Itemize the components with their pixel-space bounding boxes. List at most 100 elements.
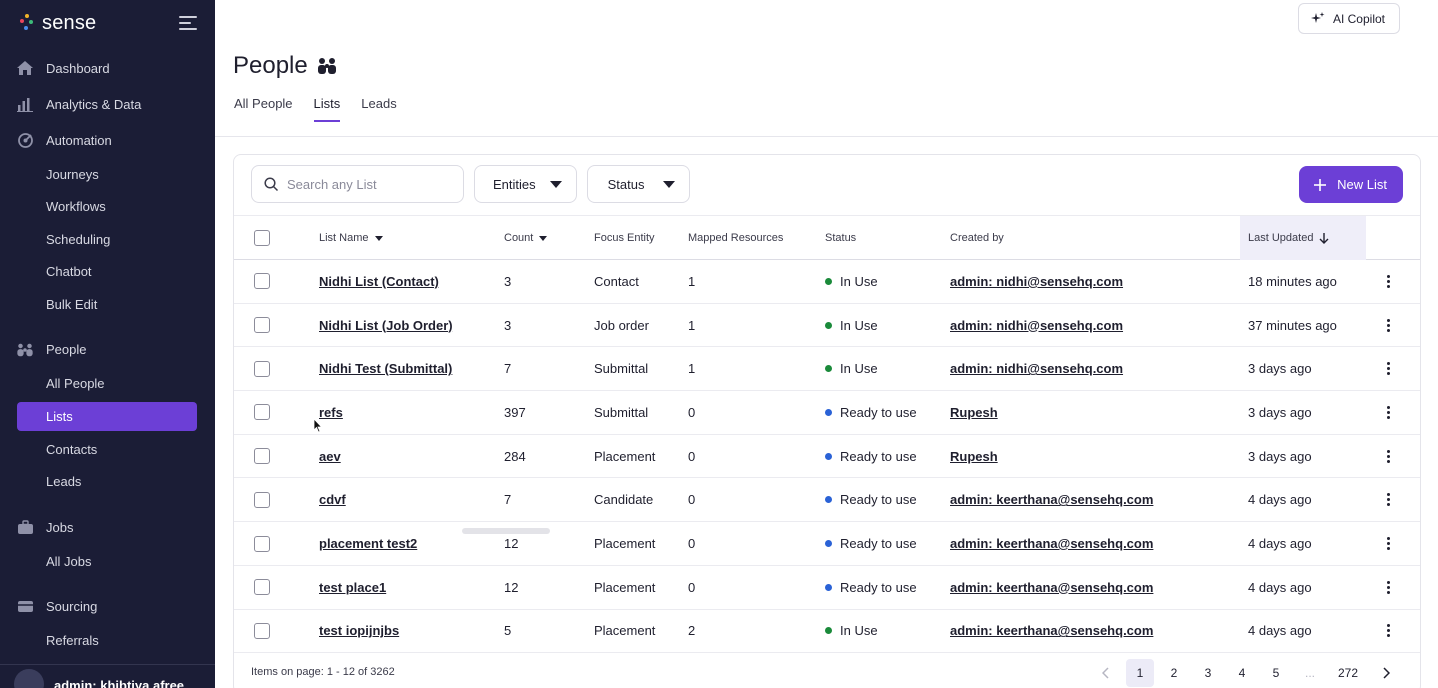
page-button-5[interactable]: 5 <box>1262 659 1290 687</box>
page-button-4[interactable]: 4 <box>1228 659 1256 687</box>
table-row[interactable]: cdvf 7 Candidate 0 Ready to use admin: keerth… <box>234 479 1420 523</box>
tab-leads[interactable]: Leads <box>361 96 396 122</box>
row-checkbox[interactable] <box>254 360 270 377</box>
cell-created-by[interactable]: admin: keerthana@sensehq.com <box>950 610 1153 653</box>
sidebar-item-jobs[interactable]: Jobs <box>0 509 215 545</box>
cell-created-by[interactable]: admin: keerthana@sensehq.com <box>950 566 1153 609</box>
page-button-1[interactable]: 1 <box>1126 659 1154 687</box>
cell-name[interactable]: aev <box>319 435 341 478</box>
cell-created-by[interactable]: Rupesh <box>950 391 998 434</box>
created-by-text[interactable]: admin: keerthana@sensehq.com <box>950 536 1153 551</box>
row-checkbox[interactable] <box>254 317 270 334</box>
more-options-icon[interactable] <box>1386 362 1390 376</box>
sidebar-item-chatbot[interactable]: Chatbot <box>0 256 215 289</box>
cell-created-by[interactable]: admin: nidhi@sensehq.com <box>950 347 1123 390</box>
cell-name[interactable]: test place1 <box>319 566 386 609</box>
name-text[interactable]: Nidhi List (Contact) <box>319 274 439 289</box>
sidebar-item-journeys[interactable]: Journeys <box>0 158 215 191</box>
more-options-icon[interactable] <box>1386 405 1390 419</box>
column-created-by[interactable]: Created by <box>950 216 1004 260</box>
page-button-2[interactable]: 2 <box>1160 659 1188 687</box>
sidebar-item-leads[interactable]: Leads <box>0 466 215 499</box>
sidebar-item-all-jobs[interactable]: All Jobs <box>0 545 215 578</box>
prev-page-button[interactable] <box>1092 659 1120 687</box>
select-all-checkbox[interactable] <box>254 230 270 246</box>
row-checkbox[interactable] <box>254 579 270 596</box>
more-options-icon[interactable] <box>1386 274 1390 288</box>
row-checkbox[interactable] <box>254 404 270 421</box>
more-options-icon[interactable] <box>1386 449 1390 463</box>
created-by-text[interactable]: admin: keerthana@sensehq.com <box>950 623 1153 638</box>
name-text[interactable]: Nidhi Test (Submittal) <box>319 361 452 376</box>
table-row[interactable]: Nidhi List (Job Order) 3 Job order 1 In Use a… <box>234 304 1420 348</box>
row-checkbox[interactable] <box>254 491 270 508</box>
row-checkbox[interactable] <box>254 273 270 290</box>
column-mapped-resources[interactable]: Mapped Resources <box>688 216 783 260</box>
created-by-text[interactable]: Rupesh <box>950 405 998 420</box>
table-row[interactable]: placement test2 12 Placement 0 Ready to use a… <box>234 522 1420 566</box>
sidebar-item-people[interactable]: People <box>0 332 215 368</box>
cell-name[interactable]: cdvf <box>319 479 346 522</box>
table-row[interactable]: Nidhi List (Contact) 3 Contact 1 In Use admin… <box>234 260 1420 304</box>
sidebar-item-referrals[interactable]: Referrals <box>0 625 215 658</box>
cell-name[interactable]: test iopijnjbs <box>319 610 399 653</box>
column-focus-entity[interactable]: Focus Entity <box>594 216 655 260</box>
sidebar-item-contacts[interactable]: Contacts <box>0 433 215 466</box>
table-row[interactable]: Nidhi Test (Submittal) 7 Submittal 1 In Use a… <box>234 347 1420 392</box>
created-by-text[interactable]: admin: keerthana@sensehq.com <box>950 580 1153 595</box>
name-text[interactable]: test iopijnjbs <box>319 623 399 638</box>
created-by-text[interactable]: admin: keerthana@sensehq.com <box>950 492 1153 507</box>
sense-logo[interactable]: sense <box>20 12 96 35</box>
sidebar-item-scheduling[interactable]: Scheduling <box>0 223 215 256</box>
table-row[interactable]: aev 284 Placement 0 Ready to use Rupesh 3 days… <box>234 435 1420 479</box>
sidebar-item-workflows[interactable]: Workflows <box>0 191 215 224</box>
page-button-3[interactable]: 3 <box>1194 659 1222 687</box>
new-list-button[interactable]: New List <box>1299 166 1403 203</box>
name-text[interactable]: cdvf <box>319 492 346 507</box>
name-text[interactable]: aev <box>319 449 341 464</box>
created-by-text[interactable]: Rupesh <box>950 449 998 464</box>
cell-created-by[interactable]: admin: keerthana@sensehq.com <box>950 479 1153 522</box>
column-status[interactable]: Status <box>825 216 856 260</box>
next-page-button[interactable] <box>1372 659 1400 687</box>
row-checkbox[interactable] <box>254 535 270 552</box>
column-count[interactable]: Count <box>504 216 548 260</box>
cell-name[interactable]: placement test2 <box>319 522 417 565</box>
entities-dropdown[interactable]: Entities <box>474 165 577 203</box>
tab-lists[interactable]: Lists <box>313 96 341 122</box>
more-options-icon[interactable] <box>1386 318 1390 332</box>
more-options-icon[interactable] <box>1386 537 1390 551</box>
cell-created-by[interactable]: admin: keerthana@sensehq.com <box>950 522 1153 565</box>
cell-created-by[interactable]: admin: nidhi@sensehq.com <box>950 260 1123 303</box>
page-button-272[interactable]: 272 <box>1330 659 1366 687</box>
user-profile[interactable]: admin: khibtiya.afree <box>0 664 215 688</box>
ai-copilot-button[interactable]: AI Copilot <box>1297 3 1400 34</box>
cell-name[interactable]: Nidhi List (Contact) <box>319 260 439 303</box>
created-by-text[interactable]: admin: nidhi@sensehq.com <box>950 274 1123 289</box>
created-by-text[interactable]: admin: nidhi@sensehq.com <box>950 361 1123 376</box>
sidebar-item-automation[interactable]: Automation <box>0 122 215 158</box>
column-last-updated[interactable]: Last Updated <box>1240 216 1366 260</box>
column-list-name[interactable]: List Name <box>319 216 383 260</box>
collapse-sidebar-icon[interactable] <box>179 16 197 30</box>
more-options-icon[interactable] <box>1386 624 1390 638</box>
created-by-text[interactable]: admin: nidhi@sensehq.com <box>950 318 1123 333</box>
tab-all-people[interactable]: All People <box>234 96 293 122</box>
cell-name[interactable]: Nidhi Test (Submittal) <box>319 347 452 390</box>
sidebar-item-analytics-data[interactable]: Analytics & Data <box>0 86 215 122</box>
table-row[interactable]: test iopijnjbs 5 Placement 2 In Use admin: ke… <box>234 610 1420 654</box>
row-checkbox[interactable] <box>254 448 270 465</box>
table-row[interactable]: test place1 12 Placement 0 Ready to use admin… <box>234 566 1420 610</box>
cell-created-by[interactable]: admin: nidhi@sensehq.com <box>950 304 1123 347</box>
cell-name[interactable]: Nidhi List (Job Order) <box>319 304 453 347</box>
name-text[interactable]: Nidhi List (Job Order) <box>319 318 453 333</box>
horizontal-scrollbar[interactable] <box>462 528 550 534</box>
sidebar-item-dashboard[interactable]: Dashboard <box>0 50 215 86</box>
table-row[interactable]: refs 397 Submittal 0 Ready to use Rupesh 3 day… <box>234 391 1420 435</box>
sidebar-item-bulk-edit[interactable]: Bulk Edit <box>0 288 215 321</box>
sidebar-item-all-people[interactable]: All People <box>0 368 215 401</box>
sidebar-item-sourcing[interactable]: Sourcing <box>0 589 215 625</box>
status-dropdown[interactable]: Status <box>586 165 690 203</box>
name-text[interactable]: test place1 <box>319 580 386 595</box>
row-checkbox[interactable] <box>254 622 270 639</box>
